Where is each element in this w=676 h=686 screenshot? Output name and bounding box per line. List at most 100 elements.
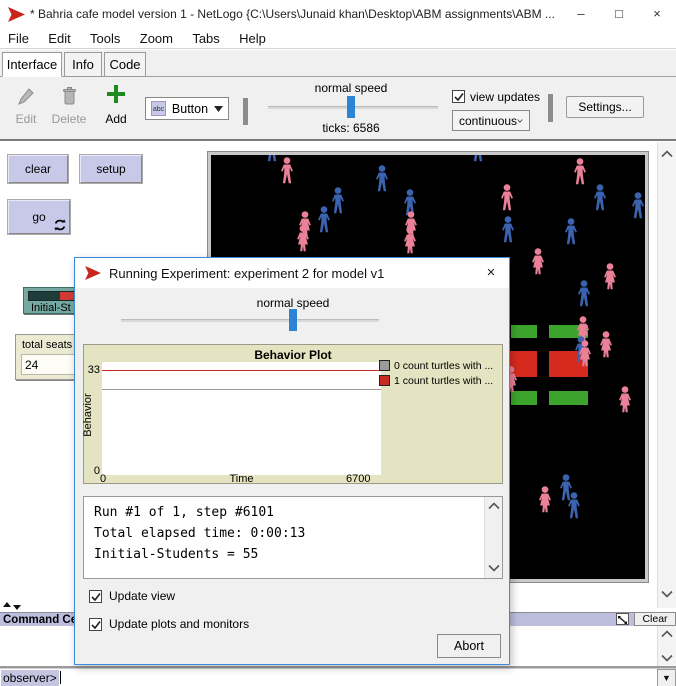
command-center-clear-button[interactable]: Clear [634, 612, 676, 626]
tab-code[interactable]: Code [104, 52, 146, 77]
clear-button[interactable]: clear [8, 155, 68, 183]
netlogo-flag-icon [8, 7, 26, 22]
checkbox-label: Update view [109, 589, 175, 603]
edit-tool-label[interactable]: Edit [8, 112, 44, 126]
dialog-title: Running Experiment: experiment 2 for mod… [109, 266, 384, 281]
person-turtle-pink [404, 227, 416, 253]
legend-label: 1 count turtles with ... [394, 375, 493, 387]
update-view-checkbox-row[interactable]: Update view [89, 589, 175, 603]
slider-handle[interactable] [60, 292, 74, 300]
minimize-button[interactable]: – [562, 0, 600, 28]
delete-tool-label[interactable]: Delete [47, 112, 91, 126]
update-mode-value: continuous [459, 114, 517, 128]
scroll-down-icon[interactable] [488, 564, 500, 572]
observer-context-dropdown[interactable]: ▼ [657, 669, 676, 686]
person-turtle-pink [600, 331, 612, 357]
widget-type-dropdown[interactable]: abc Button [145, 97, 229, 120]
toolbar-separator-2 [548, 94, 553, 122]
menu-zoom[interactable]: Zoom [132, 28, 181, 46]
person-turtle-blue [502, 216, 514, 242]
chevron-down-icon [517, 118, 523, 124]
person-turtle-blue [560, 474, 572, 500]
menu-tools[interactable]: Tools [82, 28, 128, 46]
plot-series-line [102, 389, 381, 390]
go-button[interactable]: go [8, 200, 70, 234]
dialog-close-button[interactable]: × [477, 260, 505, 286]
legend-entry: 0 count turtles with ... [379, 360, 493, 372]
toolbar: Edit Delete Add abc Button normal speed … [0, 77, 676, 141]
legend-swatch-red [379, 375, 390, 386]
tab-interface[interactable]: Interface [2, 52, 62, 77]
observer-prompt: observer> [1, 670, 59, 686]
person-turtle-pink [619, 386, 631, 412]
close-button[interactable]: × [638, 0, 676, 28]
person-turtle-blue [472, 155, 484, 161]
expand-command-center-icon[interactable] [616, 613, 629, 625]
button-widget-mini-icon: abc [151, 101, 166, 116]
scroll-up-icon[interactable] [488, 502, 500, 510]
abort-button[interactable]: Abort [437, 634, 501, 658]
menu-tabs[interactable]: Tabs [184, 28, 227, 46]
dialog-speed-label: normal speed [233, 296, 353, 310]
add-tool-label[interactable]: Add [98, 112, 134, 126]
view-updates-label[interactable]: view updates [470, 90, 550, 104]
dialog-speed-track[interactable] [121, 319, 379, 322]
person-turtle-blue [266, 155, 278, 161]
person-turtle-blue [404, 189, 416, 215]
menu-help[interactable]: Help [231, 28, 274, 46]
setup-button[interactable]: setup [80, 155, 142, 183]
y-tick-min: 0 [86, 465, 100, 477]
person-turtle-pink [501, 184, 513, 210]
plot-series-line [102, 370, 381, 371]
dialog-speed-thumb[interactable] [289, 309, 297, 331]
forever-icon [54, 219, 66, 231]
settings-button[interactable]: Settings... [566, 96, 644, 118]
scroll-up-icon[interactable] [661, 630, 673, 638]
green-table-block [549, 391, 588, 405]
edit-pencil-icon[interactable] [18, 88, 34, 105]
netlogo-window: * Bahria cafe model version 1 - NetLogo … [0, 0, 676, 686]
speed-slider-label: normal speed [291, 81, 411, 95]
run-output-line: Initial-Students = 55 [94, 544, 478, 565]
person-turtle-blue [318, 206, 330, 232]
speed-slider-thumb[interactable] [347, 96, 355, 118]
tab-info[interactable]: Info [64, 52, 102, 77]
splitter-arrows-icon[interactable] [3, 601, 23, 611]
y-tick-max: 33 [86, 364, 100, 376]
scroll-down-icon[interactable] [661, 590, 673, 598]
command-output-scrollbar[interactable] [657, 626, 676, 666]
scroll-down-icon[interactable] [661, 654, 673, 662]
delete-trash-icon[interactable] [62, 87, 77, 105]
person-turtle-pink [532, 248, 544, 274]
observer-command-line[interactable]: observer> ▼ [0, 668, 676, 686]
interface-scrollbar[interactable] [657, 142, 676, 608]
add-plus-icon[interactable] [107, 85, 125, 103]
dropdown-arrow-icon [214, 106, 223, 112]
run-output-line: Run #1 of 1, step #6101 [94, 502, 478, 523]
x-tick-max: 6700 [346, 473, 370, 485]
person-turtle-blue [565, 218, 577, 244]
menu-file[interactable]: File [0, 28, 37, 46]
legend-swatch-gray [379, 360, 390, 371]
run-output-scrollbar[interactable] [484, 497, 502, 578]
legend-entry: 1 count turtles with ... [379, 375, 493, 387]
checkbox[interactable] [89, 618, 102, 631]
person-turtle-blue [632, 192, 644, 218]
person-turtle-blue [578, 280, 590, 306]
view-updates-checkbox[interactable] [452, 90, 465, 103]
update-mode-dropdown[interactable]: continuous [452, 110, 530, 131]
toolbar-separator-1 [243, 98, 248, 125]
run-status-output: Run #1 of 1, step #6101Total elapsed tim… [83, 496, 503, 579]
x-axis-label: Time [184, 473, 299, 485]
update-plots-checkbox-row[interactable]: Update plots and monitors [89, 617, 249, 631]
menu-edit[interactable]: Edit [40, 28, 78, 46]
x-tick-min: 0 [100, 473, 106, 485]
maximize-button[interactable]: □ [600, 0, 638, 28]
dialog-title-bar: Running Experiment: experiment 2 for mod… [75, 258, 509, 288]
go-button-label: go [32, 210, 45, 224]
menu-bar: File Edit Tools Zoom Tabs Help [0, 28, 676, 49]
checkbox[interactable] [89, 590, 102, 603]
person-turtle-pink [574, 158, 586, 184]
scroll-up-icon[interactable] [661, 150, 673, 158]
monitor-label: total seats [22, 339, 72, 351]
